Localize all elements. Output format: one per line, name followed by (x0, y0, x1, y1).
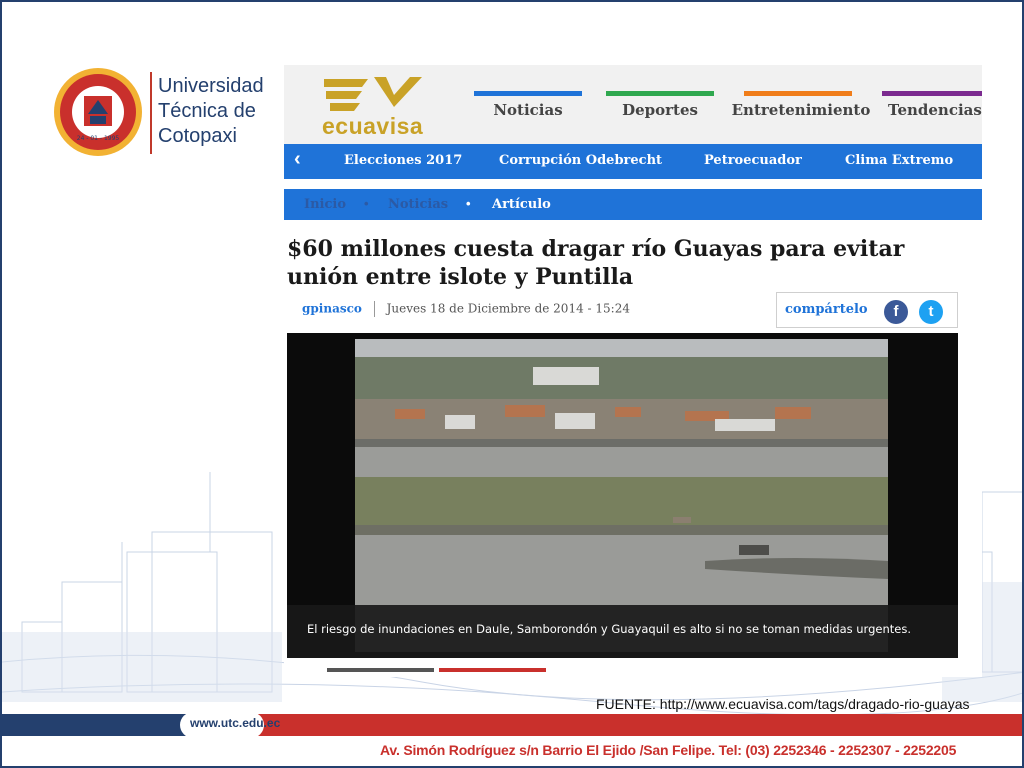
video-caption-bar: El riesgo de inundaciones en Daule, Samb… (287, 605, 958, 658)
university-logo: 24 - 01 - 1995 Universidad Técnica de Co… (52, 58, 264, 170)
university-name-line: Cotopaxi (158, 125, 237, 147)
university-name-line: Universidad (158, 75, 264, 97)
presentation-slide: 24 - 01 - 1995 Universidad Técnica de Co… (0, 0, 1024, 768)
university-name-line: Técnica de (158, 100, 256, 122)
footer-address: Av. Simón Rodríguez s/n Barrio El Ejido … (380, 742, 957, 758)
subnav-item[interactable]: Clima Extremo (845, 153, 953, 168)
breadcrumb-item[interactable]: Inicio (304, 197, 346, 212)
article-video[interactable]: El riesgo de inundaciones en Daule, Samb… (287, 333, 958, 658)
article-meta: gpinasco Jueves 18 de Diciembre de 2014 … (302, 301, 630, 321)
tab-noticias[interactable]: Noticias (474, 91, 582, 131)
tab-label: Deportes (622, 101, 698, 119)
footer-band-red (252, 714, 1022, 736)
share-label: compártelo (785, 302, 868, 317)
university-seal-icon: 24 - 01 - 1995 (54, 68, 142, 156)
chevron-left-icon[interactable]: ‹ (294, 148, 301, 171)
breadcrumb-separator: • (466, 196, 471, 211)
topics-subnav: ‹ Elecciones 2017 Corrupción Odebrecht P… (284, 144, 982, 179)
video-thumbnail[interactable] (327, 668, 434, 672)
article-date: Jueves 18 de Diciembre de 2014 - 15:24 (386, 301, 630, 316)
university-name: Universidad Técnica de Cotopaxi (158, 74, 264, 149)
breadcrumb-separator: • (364, 196, 369, 211)
ecuavisa-header: ecuavisa Noticias Deportes Entretenimien… (284, 65, 982, 144)
article-author[interactable]: gpinasco (302, 302, 362, 316)
source-citation: FUENTE: http://www.ecuavisa.com/tags/dra… (596, 696, 970, 712)
meta-divider (373, 301, 375, 317)
tab-color-bar (882, 91, 982, 96)
footer-url[interactable]: www.utc.edu.ec (190, 716, 280, 730)
tab-label: Tendencias (888, 101, 982, 119)
tab-deportes[interactable]: Deportes (606, 91, 714, 131)
tab-color-bar (474, 91, 582, 96)
subnav-item[interactable]: Elecciones 2017 (344, 153, 462, 168)
ecuavisa-article-screenshot: ecuavisa Noticias Deportes Entretenimien… (284, 65, 982, 677)
share-box: compártelo f t (776, 292, 958, 328)
tab-tendencias[interactable]: Tendencias (882, 91, 982, 131)
video-caption: El riesgo de inundaciones en Daule, Samb… (307, 622, 911, 636)
footer-band-blue (2, 714, 202, 736)
facebook-icon[interactable]: f (884, 300, 908, 324)
twitter-icon[interactable]: t (919, 300, 943, 324)
breadcrumb-item[interactable]: Noticias (388, 197, 448, 212)
svg-text:24 - 01 - 1995: 24 - 01 - 1995 (77, 135, 120, 142)
article-headline: $60 millones cuesta dragar río Guayas pa… (287, 236, 905, 290)
tab-label: Entretenimiento (731, 101, 871, 119)
breadcrumb-item-current: Artículo (492, 197, 551, 212)
logo-divider (150, 72, 152, 154)
tab-color-bar (606, 91, 714, 96)
subnav-item[interactable]: Corrupción Odebrecht (499, 153, 662, 168)
tab-entretenimiento[interactable]: Entretenimiento (732, 91, 870, 131)
video-thumbnail[interactable] (439, 668, 546, 672)
breadcrumb: Inicio • Noticias • Artículo (284, 189, 982, 220)
ecuavisa-logo-text: ecuavisa (322, 113, 424, 139)
subnav-item[interactable]: Petroecuador (704, 153, 802, 168)
tab-color-bar (744, 91, 852, 96)
tab-label: Noticias (493, 101, 563, 119)
